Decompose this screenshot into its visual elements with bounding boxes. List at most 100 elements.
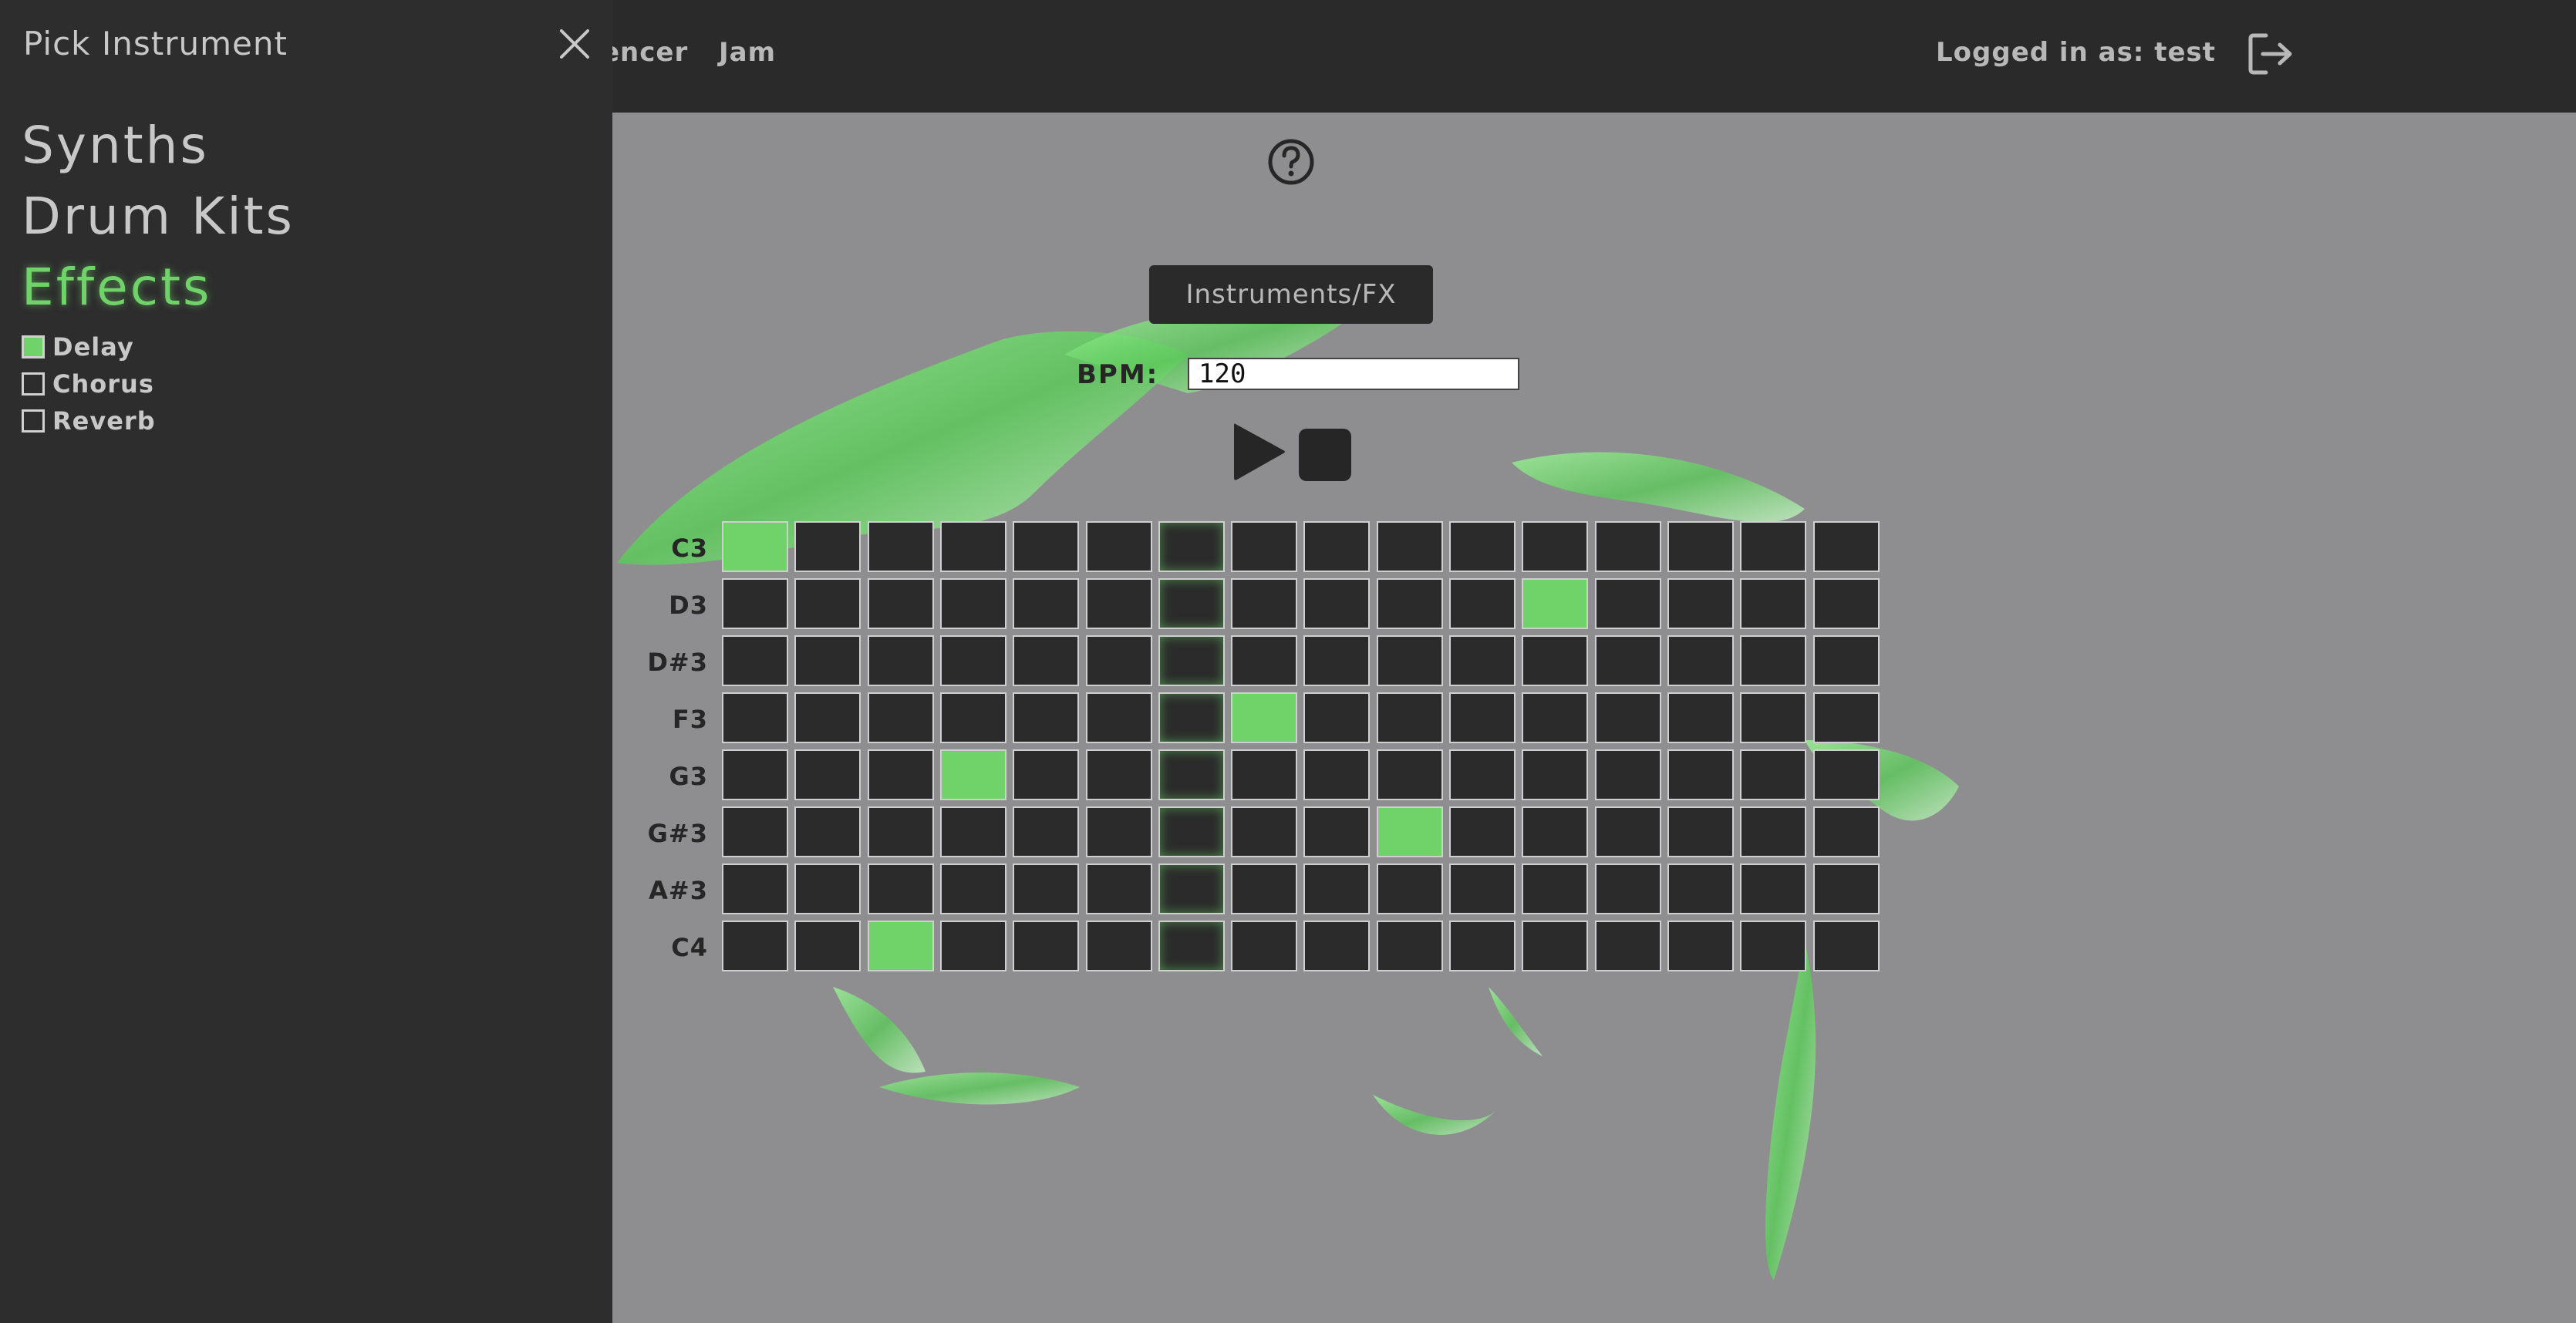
sequencer-cell[interactable] — [722, 578, 788, 629]
sequencer-cell[interactable] — [1085, 921, 1152, 971]
sequencer-cell[interactable] — [1594, 921, 1661, 971]
sequencer-cell[interactable] — [1812, 578, 1880, 629]
sequencer-cell[interactable] — [1449, 749, 1516, 800]
stop-icon[interactable] — [1299, 429, 1351, 481]
sequencer-cell[interactable] — [1013, 863, 1080, 914]
nav-link-jam[interactable]: Jam — [719, 37, 776, 68]
sequencer-cell[interactable] — [1449, 863, 1516, 914]
effect-item-chorus[interactable]: Chorus — [22, 369, 154, 399]
sequencer-cell[interactable] — [939, 749, 1006, 800]
bpm-input[interactable]: 120 — [1188, 358, 1519, 390]
sequencer-cell[interactable] — [1376, 692, 1443, 743]
sequencer-cell[interactable] — [1303, 578, 1371, 629]
sequencer-cell[interactable] — [1376, 635, 1443, 686]
sequencer-cell[interactable] — [867, 692, 934, 743]
sequencer-cell[interactable] — [1013, 806, 1080, 857]
category-synths[interactable]: Synths — [22, 116, 209, 175]
sequencer-cell[interactable] — [1522, 749, 1589, 800]
sequencer-cell[interactable] — [1812, 692, 1880, 743]
sequencer-cell[interactable] — [1667, 692, 1734, 743]
sequencer-cell[interactable] — [1085, 578, 1152, 629]
sequencer-cell[interactable] — [1812, 806, 1880, 857]
sequencer-cell[interactable] — [1522, 863, 1589, 914]
sequencer-cell[interactable] — [867, 806, 934, 857]
sequencer-cell[interactable] — [1449, 806, 1516, 857]
sequencer-cell[interactable] — [794, 921, 861, 971]
sequencer-cell[interactable] — [722, 635, 788, 686]
sequencer-cell[interactable] — [1812, 749, 1880, 800]
sequencer-cell[interactable] — [1303, 635, 1371, 686]
sequencer-cell[interactable] — [1594, 578, 1661, 629]
sequencer-cell[interactable] — [1740, 921, 1807, 971]
effect-item-delay[interactable]: Delay — [22, 332, 134, 362]
sequencer-cell[interactable] — [1013, 921, 1080, 971]
sequencer-cell[interactable] — [1231, 921, 1298, 971]
sequencer-cell[interactable] — [1667, 635, 1734, 686]
sequencer-cell[interactable] — [1667, 806, 1734, 857]
sequencer-cell[interactable] — [1740, 635, 1807, 686]
sequencer-cell[interactable] — [1522, 521, 1589, 572]
sequencer-cell[interactable] — [1158, 863, 1225, 914]
sequencer-cell[interactable] — [1085, 863, 1152, 914]
sequencer-cell[interactable] — [794, 578, 861, 629]
sequencer-cell[interactable] — [1013, 749, 1080, 800]
sequencer-cell[interactable] — [1740, 806, 1807, 857]
sequencer-cell[interactable] — [794, 806, 861, 857]
sequencer-cell[interactable] — [1085, 749, 1152, 800]
sequencer-cell[interactable] — [1522, 635, 1589, 686]
sequencer-cell[interactable] — [1449, 635, 1516, 686]
sequencer-cell[interactable] — [1522, 806, 1589, 857]
sequencer-cell[interactable] — [1740, 578, 1807, 629]
sequencer-cell[interactable] — [1594, 863, 1661, 914]
sequencer-cell[interactable] — [1013, 521, 1080, 572]
sequencer-cell[interactable] — [1667, 749, 1734, 800]
effect-item-reverb[interactable]: Reverb — [22, 406, 156, 436]
sequencer-cell[interactable] — [722, 749, 788, 800]
sequencer-cell[interactable] — [1522, 578, 1589, 629]
nav-link-sequencer[interactable]: encer — [602, 37, 688, 68]
sequencer-cell[interactable] — [939, 806, 1006, 857]
sequencer-cell[interactable] — [794, 635, 861, 686]
delay-checkbox[interactable] — [22, 335, 45, 359]
sequencer-cell[interactable] — [1594, 635, 1661, 686]
sequencer-cell[interactable] — [1085, 806, 1152, 857]
sequencer-cell[interactable] — [867, 578, 934, 629]
sequencer-cell[interactable] — [1522, 692, 1589, 743]
sequencer-cell[interactable] — [1085, 521, 1152, 572]
sequencer-cell[interactable] — [1376, 863, 1443, 914]
sequencer-cell[interactable] — [794, 749, 861, 800]
sequencer-cell[interactable] — [867, 921, 934, 971]
sequencer-cell[interactable] — [1158, 692, 1225, 743]
sequencer-cell[interactable] — [1449, 578, 1516, 629]
sequencer-cell[interactable] — [722, 521, 788, 572]
sequencer-cell[interactable] — [1303, 692, 1371, 743]
sequencer-cell[interactable] — [1231, 806, 1298, 857]
sequencer-cell[interactable] — [1594, 692, 1661, 743]
sequencer-cell[interactable] — [1812, 863, 1880, 914]
sequencer-cell[interactable] — [1303, 921, 1371, 971]
sequencer-cell[interactable] — [1303, 806, 1371, 857]
sequencer-cell[interactable] — [1449, 692, 1516, 743]
sequencer-cell[interactable] — [794, 692, 861, 743]
sequencer-cell[interactable] — [1231, 863, 1298, 914]
sequencer-cell[interactable] — [1667, 863, 1734, 914]
logout-icon[interactable] — [2246, 31, 2297, 77]
sequencer-cell[interactable] — [1158, 521, 1225, 572]
sequencer-cell[interactable] — [867, 749, 934, 800]
category-drum-kits[interactable]: Drum Kits — [22, 187, 295, 246]
sequencer-cell[interactable] — [722, 863, 788, 914]
sequencer-cell[interactable] — [1449, 921, 1516, 971]
sequencer-cell[interactable] — [1740, 863, 1807, 914]
sequencer-cell[interactable] — [939, 578, 1006, 629]
sequencer-cell[interactable] — [1303, 521, 1371, 572]
sequencer-cell[interactable] — [1013, 635, 1080, 686]
sequencer-cell[interactable] — [722, 692, 788, 743]
sequencer-cell[interactable] — [1376, 749, 1443, 800]
sequencer-cell[interactable] — [867, 521, 934, 572]
sequencer-cell[interactable] — [939, 521, 1006, 572]
sequencer-cell[interactable] — [939, 635, 1006, 686]
close-icon[interactable] — [557, 26, 592, 62]
sequencer-cell[interactable] — [1594, 806, 1661, 857]
sequencer-cell[interactable] — [1231, 521, 1298, 572]
sequencer-cell[interactable] — [939, 692, 1006, 743]
